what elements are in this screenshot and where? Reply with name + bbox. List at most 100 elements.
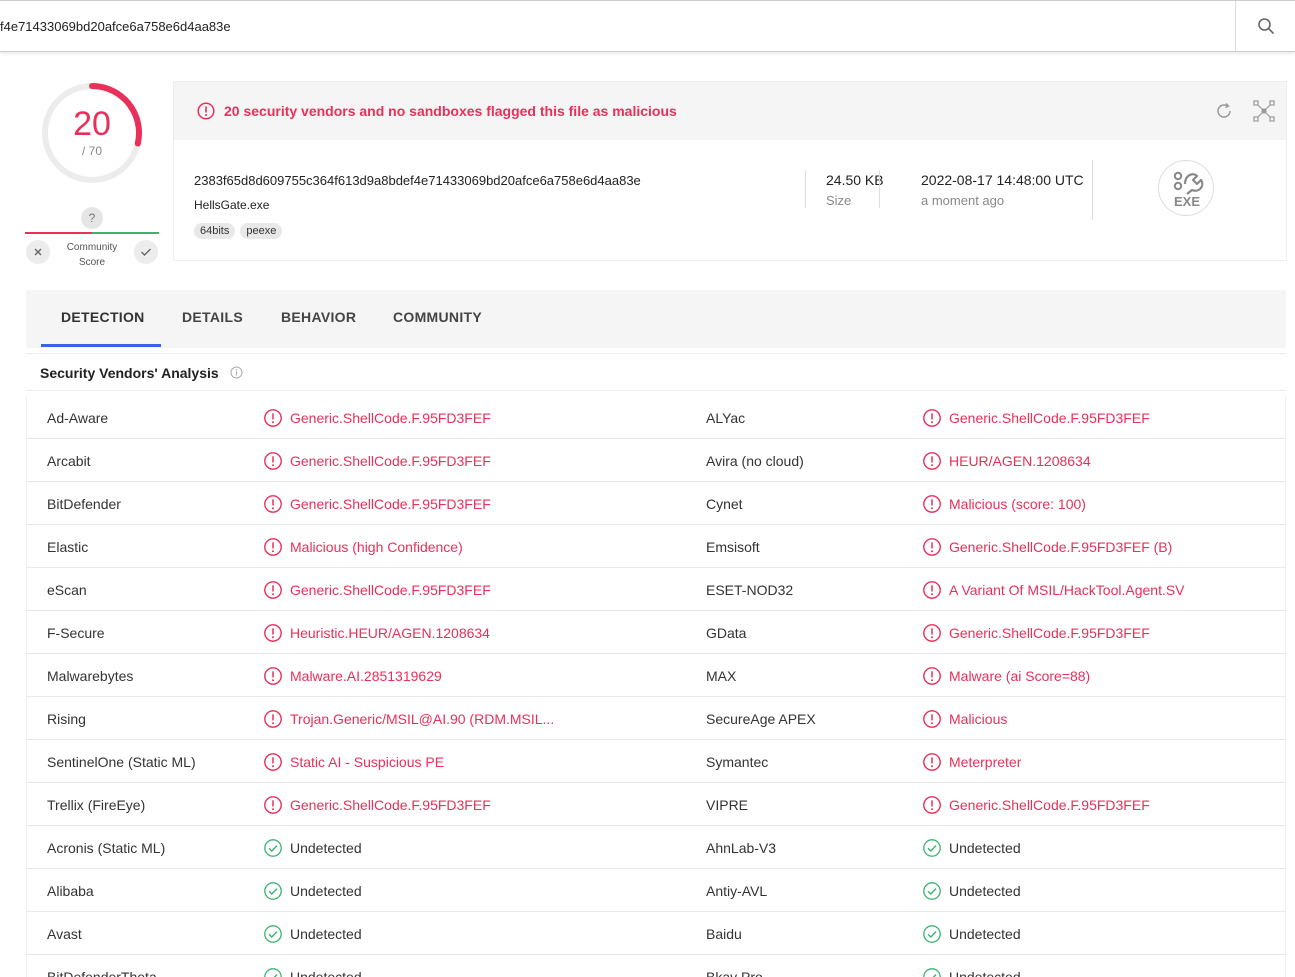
vendor-result: Undetected <box>949 840 1021 856</box>
file-tag[interactable]: peexe <box>240 223 283 239</box>
alert-circle-icon <box>263 666 283 689</box>
vendor-result: Static AI - Suspicious PE <box>290 754 445 770</box>
vendor-name: GData <box>706 625 747 641</box>
search-button[interactable] <box>1235 1 1295 51</box>
graph-icon[interactable] <box>1252 99 1276 123</box>
info-icon[interactable] <box>230 366 243 379</box>
vendor-result: Undetected <box>290 926 362 942</box>
table-row: Avast Undetected Baidu Undetected <box>27 912 1285 955</box>
alert-circle-icon <box>197 102 215 120</box>
vendor-result: Generic.ShellCode.F.95FD3FEF <box>290 797 491 813</box>
search-icon <box>1257 18 1274 34</box>
vendor-name: Avira (no cloud) <box>706 453 804 469</box>
vendor-name: Baidu <box>706 926 742 942</box>
report-tabs: DETECTION DETAILS BEHAVIOR COMMUNITY <box>26 290 1286 348</box>
vendor-result: Trojan.Generic/MSIL@AI.90 (RDM.MSIL... <box>290 711 555 727</box>
vendor-name: SecureAge APEX <box>706 711 816 727</box>
table-row: Ad-Aware Generic.ShellCode.F.95FD3FEF ALYa… <box>27 396 1285 439</box>
vendor-result: Undetected <box>290 969 362 977</box>
alert-circle-icon <box>263 537 283 560</box>
tab-details[interactable]: DETAILS <box>182 309 243 325</box>
vendor-result: Generic.ShellCode.F.95FD3FEF <box>290 410 491 426</box>
vendor-result: Malicious (high Confidence) <box>290 539 463 555</box>
file-size-value: 24.50 KB <box>826 172 884 188</box>
divider <box>1092 160 1093 220</box>
alert-circle-icon <box>263 709 283 732</box>
search-input[interactable]: f4e71433069bd20afce6a758e6d4aa83e <box>0 19 231 34</box>
file-size-label: Size <box>826 193 852 208</box>
vendor-name: Bkav Pro <box>706 969 763 977</box>
alert-circle-icon <box>263 580 283 603</box>
vendor-name: Cynet <box>706 496 743 512</box>
vendor-name: eScan <box>47 582 87 598</box>
vendor-result: Heuristic.HEUR/AGEN.1208634 <box>290 625 490 641</box>
detection-alert: 20 security vendors and no sandboxes fla… <box>174 82 1286 140</box>
table-row: eScan Generic.ShellCode.F.95FD3FEF ESET-NO… <box>27 568 1285 611</box>
vendor-name: Ad-Aware <box>47 410 109 426</box>
check-circle-icon <box>263 924 283 947</box>
alert-circle-icon <box>263 795 283 818</box>
table-row: Elastic Malicious (high Confidence) Emsiso… <box>27 525 1285 568</box>
vendor-result: Undetected <box>290 883 362 899</box>
vote-harmless-button[interactable] <box>134 240 158 264</box>
check-circle-icon <box>922 924 942 947</box>
check-circle-icon <box>263 838 283 861</box>
vendor-name: ALYac <box>706 410 746 426</box>
check-circle-icon <box>922 967 942 977</box>
active-tab-indicator <box>41 344 161 347</box>
vendor-name: Emsisoft <box>706 539 760 555</box>
table-row: Trellix (FireEye) Generic.ShellCode.F.95F… <box>27 783 1285 826</box>
vendor-result: Meterpreter <box>949 754 1022 770</box>
alert-circle-icon <box>922 494 942 517</box>
table-row: Rising Trojan.Generic/MSIL@AI.90 (RDM.MSI… <box>27 697 1285 740</box>
vote-harmful-button[interactable] <box>26 240 50 264</box>
vendor-result: Malicious <box>949 711 1008 727</box>
reload-icon[interactable] <box>1214 101 1234 121</box>
check-circle-icon <box>922 838 942 861</box>
tab-detection[interactable]: DETECTION <box>61 309 145 325</box>
vendor-name: BitDefenderTheta <box>47 969 157 977</box>
alert-circle-icon <box>263 623 283 646</box>
exe-file-icon: EXE <box>1173 171 1204 209</box>
divider <box>879 170 880 208</box>
table-row: Acronis (Static ML) Undetected AhnLab-V3 Un… <box>27 826 1285 869</box>
vendor-result: Generic.ShellCode.F.95FD3FEF <box>290 582 491 598</box>
file-name: HellsGate.exe <box>194 198 270 212</box>
community-score-bar <box>25 232 159 234</box>
vendor-result: A Variant Of MSIL/HackTool.Agent.SV <box>949 582 1185 598</box>
file-type-label: EXE <box>1174 194 1200 209</box>
file-tag[interactable]: 64bits <box>194 223 236 239</box>
alert-circle-icon <box>263 408 283 431</box>
vendor-result: Malicious (score: 100) <box>949 496 1086 512</box>
vendor-name: BitDefender <box>47 496 121 512</box>
file-date-value: 2022-08-17 14:48:00 UTC <box>921 172 1084 188</box>
file-type-icon: EXE <box>1158 160 1214 216</box>
vendor-table: Ad-Aware Generic.ShellCode.F.95FD3FEF ALYa… <box>26 396 1286 977</box>
vendor-name: Avast <box>47 926 82 942</box>
vendor-result: Generic.ShellCode.F.95FD3FEF <box>949 625 1150 641</box>
vendor-result: Generic.ShellCode.F.95FD3FEF <box>290 453 491 469</box>
alert-circle-icon <box>263 752 283 775</box>
community-score-value: ? <box>81 207 103 229</box>
table-row: SentinelOne (Static ML) Static AI - Suspi… <box>27 740 1285 783</box>
check-icon <box>141 248 151 256</box>
alert-circle-icon <box>922 752 942 775</box>
file-hash[interactable]: 2383f65d8d609755c364f613d9a8bdef4e714330… <box>194 173 641 188</box>
vendor-name: Acronis (Static ML) <box>47 840 166 856</box>
vendor-name: VIPRE <box>706 797 749 813</box>
vendor-name: Symantec <box>706 754 769 770</box>
table-row: BitDefender Generic.ShellCode.F.95FD3FEF C… <box>27 482 1285 525</box>
tab-behavior[interactable]: BEHAVIOR <box>281 309 356 325</box>
file-date-label: a moment ago <box>921 193 1005 208</box>
alert-circle-icon <box>922 709 942 732</box>
file-summary-card: 20 security vendors and no sandboxes fla… <box>173 81 1287 261</box>
close-icon <box>34 248 42 256</box>
vendor-result: Undetected <box>949 969 1021 977</box>
tab-community[interactable]: COMMUNITY <box>393 309 482 325</box>
table-row: Arcabit Generic.ShellCode.F.95FD3FEF Avira… <box>27 439 1285 482</box>
alert-circle-icon <box>263 494 283 517</box>
vendor-name: Arcabit <box>47 453 91 469</box>
alert-circle-icon <box>922 580 942 603</box>
file-tags: 64bits peexe <box>194 223 283 239</box>
alert-circle-icon <box>922 408 942 431</box>
